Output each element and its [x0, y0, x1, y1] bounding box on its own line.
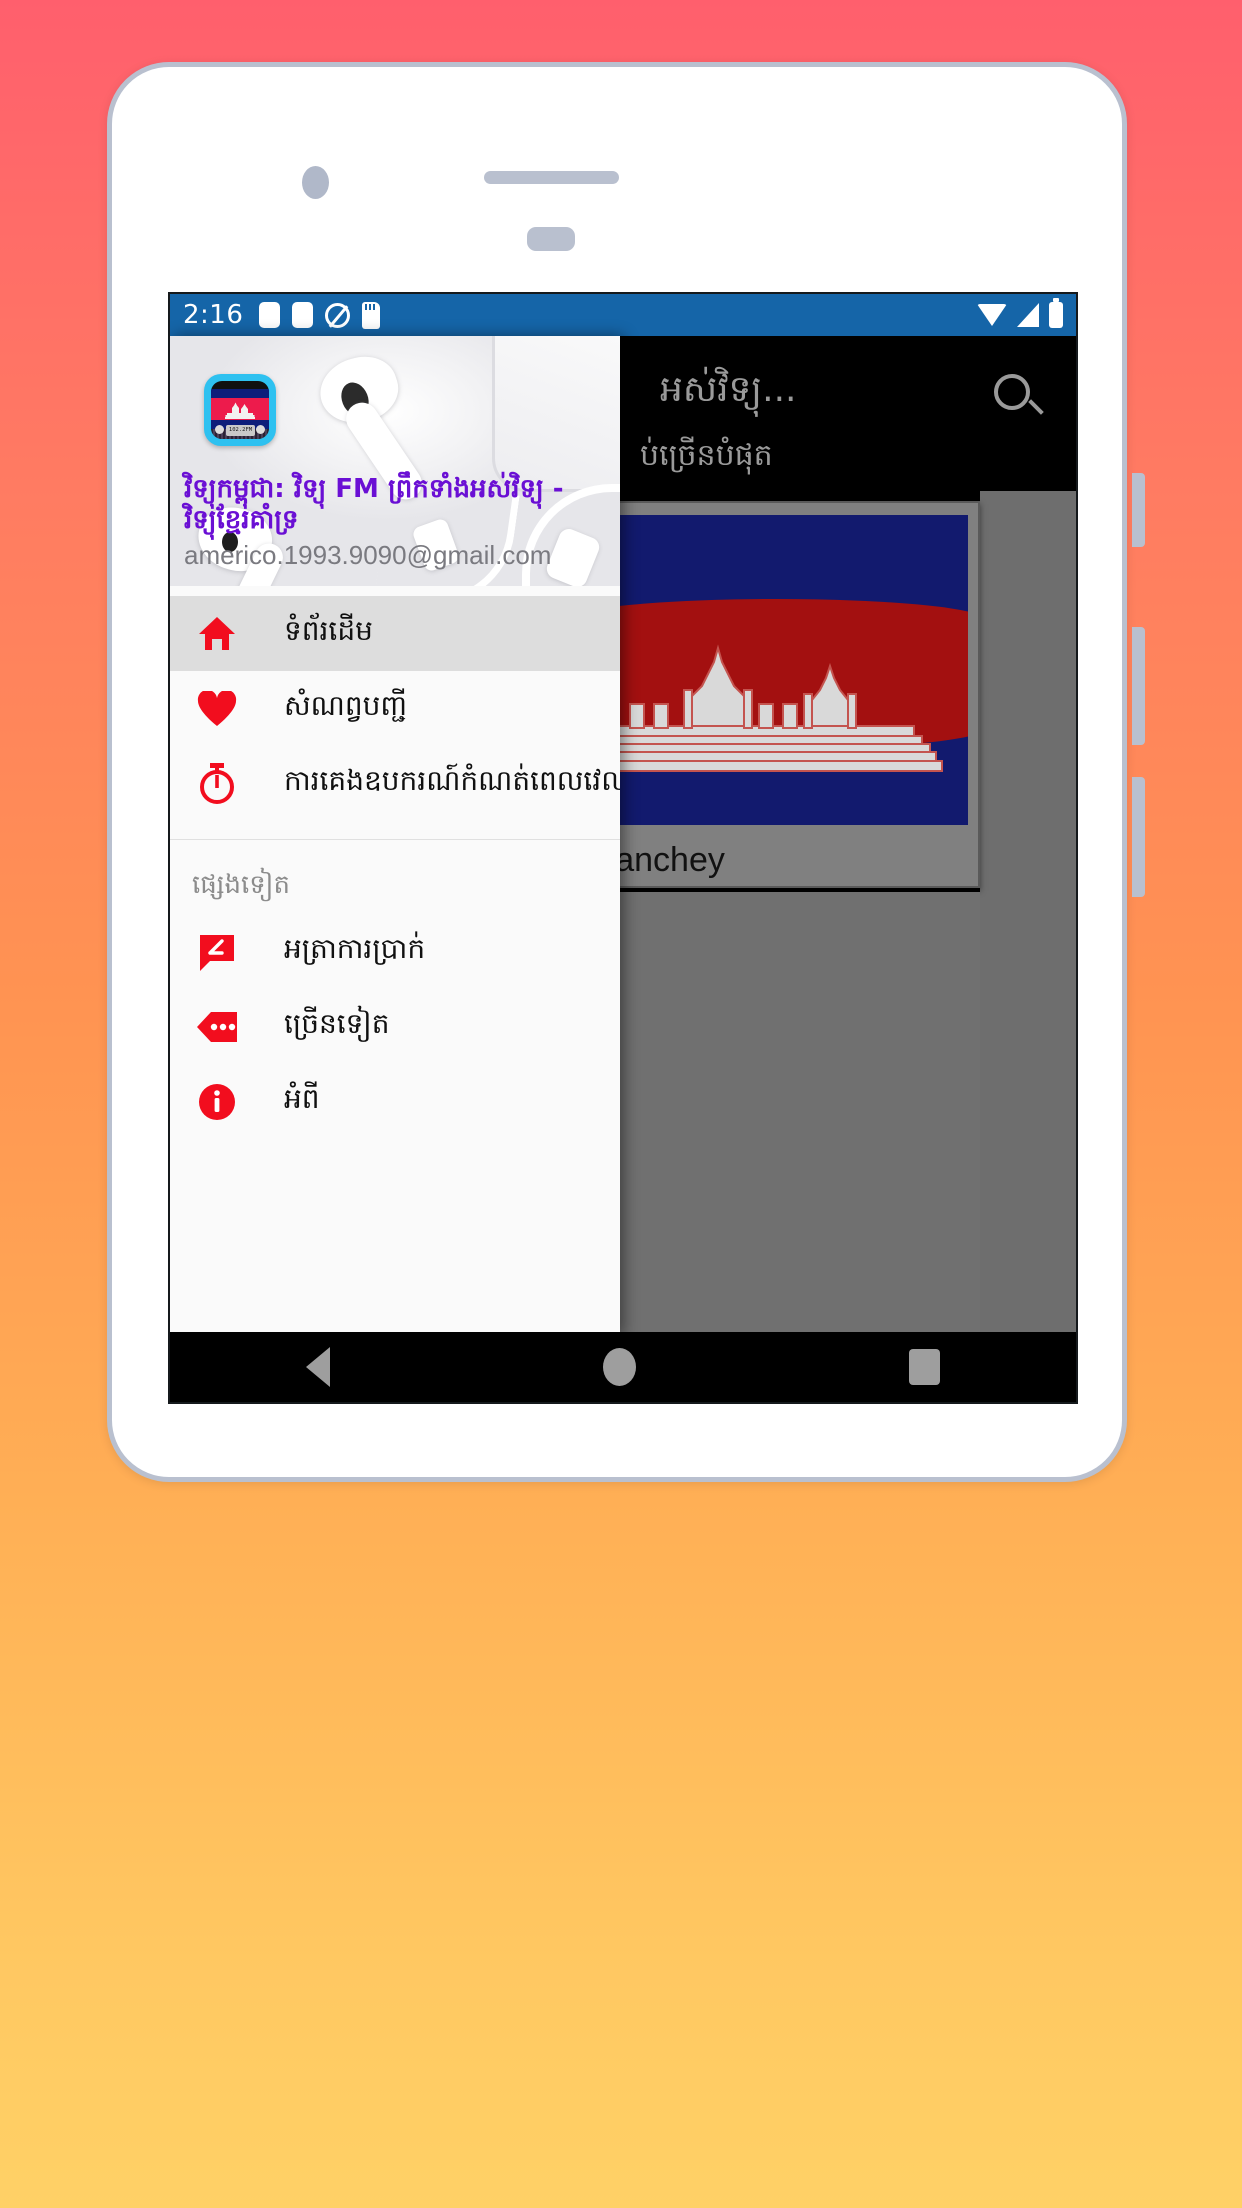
app-icon-inner: 102.2FM [211, 381, 269, 439]
radio-frequency-display: 102.2FM [226, 425, 255, 436]
android-navigation-bar [170, 1332, 1076, 1402]
earpiece-speaker-icon [484, 171, 619, 184]
drawer-primary-section: ទំព័រដើម សំណព្វបញ្ជី ការគេងឧបករណ៍កំណត់ពេ… [170, 586, 620, 839]
more-tag-icon [192, 1011, 242, 1042]
sidebar-item-label: អត្រាការប្រាក់ [284, 932, 426, 965]
drawer-gap [170, 821, 620, 839]
status-bar-left-icons [259, 301, 381, 329]
sidebar-item-label: ការគេងឧបករណ៍កំណត់ពេលវេលា [284, 764, 620, 797]
drawer-account-email: americo.1993.9090@gmail.com [184, 540, 552, 570]
recents-square-icon[interactable] [908, 1349, 940, 1385]
proximity-sensor-icon [527, 227, 575, 251]
sim-card-icon [292, 302, 314, 328]
flag-blue-stripe [211, 389, 269, 398]
sidebar-item-label: ទំព័រដើម [284, 614, 373, 647]
volume-down-button[interactable] [1132, 627, 1145, 745]
angkor-wat-temple-icon [225, 402, 255, 419]
station-card-label: Meanchey [568, 841, 725, 879]
heart-icon [192, 690, 242, 727]
drawer-header: 102.2FM វិទ្យុកម្ពុជា: វិទ្យុ FM ព្រឹកទា… [170, 336, 620, 586]
sidebar-item-label: ច្រើនទៀត [284, 1007, 390, 1040]
radio-cambodia-icon: 102.2FM [204, 374, 276, 446]
front-camera-icon [302, 166, 329, 199]
volume-up-button[interactable] [1132, 473, 1145, 547]
radio-knob-left [215, 425, 224, 434]
wifi-icon [977, 304, 1007, 326]
home-icon [192, 615, 242, 653]
sidebar-item-about[interactable]: អំពី [170, 1064, 620, 1139]
search-icon[interactable] [994, 374, 1030, 410]
drawer-section-header: ផ្សេងទៀត [192, 870, 291, 900]
background-app-body [560, 892, 980, 1336]
navigation-drawer: 102.2FM វិទ្យុកម្ពុជា: វិទ្យុ FM ព្រឹកទា… [170, 336, 620, 1336]
status-bar: 2:16 [170, 294, 1076, 336]
sidebar-item-sleep-timer[interactable]: ការគេងឧបករណ៍កំណត់ពេលវេលា [170, 746, 620, 821]
feedback-icon [192, 933, 242, 971]
sidebar-item-rate[interactable]: អត្រាការប្រាក់ [170, 914, 620, 989]
info-icon [192, 1083, 242, 1121]
drawer-secondary-section: ផ្សេងទៀត អត្រាការប្រាក់ ច្រើនទៀត អំពី [170, 840, 620, 1139]
home-circle-icon[interactable] [602, 1348, 636, 1386]
app-toolbar-title: អស់វិទ្យុ... [660, 369, 797, 410]
angkor-wat-temple-icon [585, 644, 943, 772]
sidebar-item-more[interactable]: ច្រើនទៀត [170, 989, 620, 1064]
cambodia-flag-image [576, 515, 968, 825]
sim-card-icon [259, 302, 281, 328]
phone-device-frame: 2:16 អស់វិទ្យុ... ប់ច្រើនបំផុត Meanchey … [107, 62, 1145, 1482]
sidebar-item-label: សំណព្វបញ្ជី [284, 689, 408, 722]
status-bar-right-icons [977, 298, 1063, 328]
sidebar-item-favorites[interactable]: សំណព្វបញ្ជី [170, 671, 620, 746]
drawer-app-title: វិទ្យុកម្ពុជា: វិទ្យុ FM ព្រឹកទាំងអស់វិទ… [184, 474, 564, 535]
sidebar-item-label: អំពី [284, 1082, 320, 1115]
status-bar-clock: 2:16 [183, 300, 244, 330]
app-toolbar-subtitle: ប់ច្រើនបំផុត [640, 438, 773, 473]
station-card[interactable]: Meanchey [560, 501, 980, 888]
cellular-signal-icon [1017, 303, 1039, 327]
drawer-top-spacer [170, 586, 620, 596]
power-button[interactable] [1132, 777, 1145, 897]
back-triangle-icon[interactable] [306, 1347, 331, 1387]
phone-screen: 2:16 អស់វិទ្យុ... ប់ច្រើនបំផុត Meanchey … [168, 292, 1078, 1404]
stopwatch-icon [192, 762, 242, 805]
decorative-phone-photo [492, 336, 620, 492]
radio-knob-right [256, 425, 265, 434]
sidebar-item-home[interactable]: ទំព័រដើម [170, 596, 620, 671]
sd-card-icon [362, 301, 381, 329]
battery-icon [1049, 298, 1063, 328]
no-sound-icon [325, 302, 351, 328]
